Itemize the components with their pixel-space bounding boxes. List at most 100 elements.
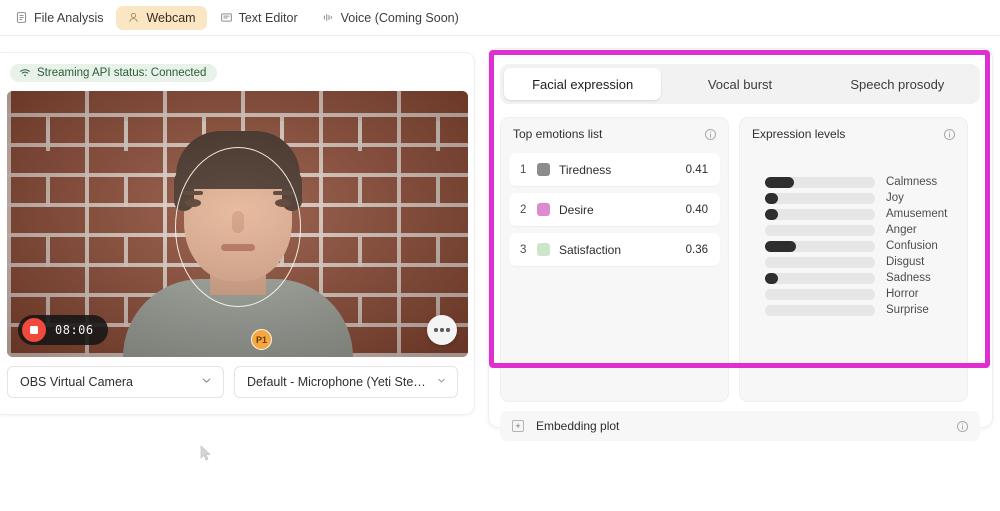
list-item: Joy	[740, 190, 967, 206]
emotion-rank: 2	[520, 203, 527, 216]
tab-vocal-burst[interactable]: Vocal burst	[661, 68, 818, 100]
tab-voice[interactable]: Voice (Coming Soon)	[311, 6, 470, 30]
tab-label: Voice (Coming Soon)	[340, 10, 459, 25]
emotion-score: 0.40	[685, 203, 708, 216]
tab-speech-prosody[interactable]: Speech prosody	[819, 68, 976, 100]
expression-levels-header: Expression levels	[740, 118, 967, 150]
list-item[interactable]: 1 Tiredness 0.41	[509, 153, 720, 186]
record-stop-icon[interactable]	[22, 318, 46, 342]
status-badge: Streaming API status: Connected	[10, 64, 218, 82]
level-fill	[765, 208, 779, 220]
status-badge-label: Streaming API status: Connected	[37, 67, 207, 79]
level-fill	[765, 176, 794, 188]
modality-tab-group: Facial expression Vocal burst Speech pro…	[500, 64, 980, 104]
level-track	[765, 192, 875, 204]
camera-select[interactable]: OBS Virtual Camera	[7, 366, 224, 398]
level-fill	[765, 192, 779, 204]
level-label: Amusement	[886, 208, 948, 220]
expression-levels-list: Calmness Joy Amusement Anger Confusion D…	[740, 150, 967, 318]
emotion-score: 0.36	[685, 243, 708, 256]
expression-levels-card: Expression levels Calmness Joy Amusement…	[739, 117, 968, 402]
plus-box-icon[interactable]: +	[512, 420, 524, 432]
info-icon[interactable]	[704, 128, 717, 141]
emotion-color-swatch	[537, 243, 550, 256]
tab-label: Webcam	[146, 10, 196, 25]
level-track	[765, 272, 875, 284]
info-icon[interactable]	[943, 128, 956, 141]
list-item: Confusion	[740, 238, 967, 254]
level-track	[765, 288, 875, 300]
list-item: Horror	[740, 286, 967, 302]
list-item: Surprise	[740, 302, 967, 318]
emotion-score: 0.41	[685, 163, 708, 176]
webcam-panel: Streaming API status: Connected P1 08:06	[0, 52, 475, 415]
level-fill	[765, 272, 779, 284]
camera-select-value: OBS Virtual Camera	[20, 375, 134, 389]
list-item: Calmness	[740, 174, 967, 190]
chevron-down-icon	[200, 374, 213, 390]
chevron-down-icon	[436, 375, 447, 389]
info-icon[interactable]	[956, 420, 969, 433]
embedding-plot-left: + Embedding plot	[512, 419, 619, 433]
emotion-color-swatch	[537, 203, 550, 216]
list-item: Sadness	[740, 270, 967, 286]
microphone-select[interactable]: Default - Microphone (Yeti Stere...	[234, 366, 458, 398]
card-title: Expression levels	[752, 127, 846, 141]
recording-timer: 08:06	[55, 323, 94, 337]
tab-file-analysis[interactable]: File Analysis	[4, 6, 114, 30]
level-track	[765, 304, 875, 316]
tab-label: Text Editor	[238, 10, 298, 25]
level-track	[765, 224, 875, 236]
top-emotions-header: Top emotions list	[501, 118, 728, 150]
level-track	[765, 208, 875, 220]
wifi-icon	[19, 67, 31, 79]
card-title: Top emotions list	[513, 127, 603, 141]
level-track	[765, 176, 875, 188]
device-selectors: OBS Virtual Camera Default - Microphone …	[7, 366, 458, 398]
level-track	[765, 256, 875, 268]
list-item: Anger	[740, 222, 967, 238]
level-label: Sadness	[886, 272, 931, 284]
tab-facial-expression[interactable]: Facial expression	[504, 68, 662, 100]
level-label: Joy	[886, 192, 904, 204]
face-id-badge: P1	[251, 329, 272, 350]
emotion-name: Desire	[559, 202, 594, 217]
level-label: Surprise	[886, 304, 929, 316]
face-tracking-oval	[174, 147, 301, 307]
list-item[interactable]: 3 Satisfaction 0.36	[509, 233, 720, 266]
top-emotions-rows: 1 Tiredness 0.41 2 Desire 0.40 3 Satisfa…	[501, 150, 728, 266]
emotion-name: Tiredness	[559, 162, 612, 177]
tab-label: File Analysis	[34, 10, 104, 25]
list-item: Disgust	[740, 254, 967, 270]
embedding-plot-row[interactable]: + Embedding plot	[500, 411, 980, 441]
list-item: Amusement	[740, 206, 967, 222]
mouse-cursor	[200, 445, 212, 462]
voice-wave-icon	[322, 11, 335, 24]
level-label: Confusion	[886, 240, 938, 252]
level-label: Anger	[886, 224, 917, 236]
text-editor-icon	[220, 11, 233, 24]
video-preview[interactable]: P1 08:06	[7, 91, 468, 357]
recording-indicator: 08:06	[18, 315, 108, 345]
level-label: Disgust	[886, 256, 925, 268]
level-label: Horror	[886, 288, 919, 300]
list-item[interactable]: 2 Desire 0.40	[509, 193, 720, 226]
document-icon	[15, 11, 28, 24]
level-label: Calmness	[886, 176, 938, 188]
top-emotions-card: Top emotions list 1 Tiredness 0.41 2 Des…	[500, 117, 729, 402]
tab-webcam[interactable]: Webcam	[116, 5, 207, 30]
emotion-color-swatch	[537, 163, 550, 176]
level-track	[765, 240, 875, 252]
main-tab-bar: File Analysis Webcam Text Editor Voice (…	[0, 0, 1000, 36]
microphone-select-value: Default - Microphone (Yeti Stere...	[247, 375, 428, 389]
app-root: File Analysis Webcam Text Editor Voice (…	[0, 0, 1000, 511]
webcam-person-icon	[127, 11, 140, 24]
emotion-rank: 1	[520, 163, 527, 176]
more-options-icon[interactable]	[427, 315, 457, 345]
results-panel: Facial expression Vocal burst Speech pro…	[488, 48, 993, 441]
emotion-rank: 3	[520, 243, 527, 256]
emotion-name: Satisfaction	[559, 242, 622, 257]
level-fill	[765, 240, 796, 252]
tab-text-editor[interactable]: Text Editor	[209, 6, 309, 30]
embedding-plot-label: Embedding plot	[536, 419, 620, 433]
